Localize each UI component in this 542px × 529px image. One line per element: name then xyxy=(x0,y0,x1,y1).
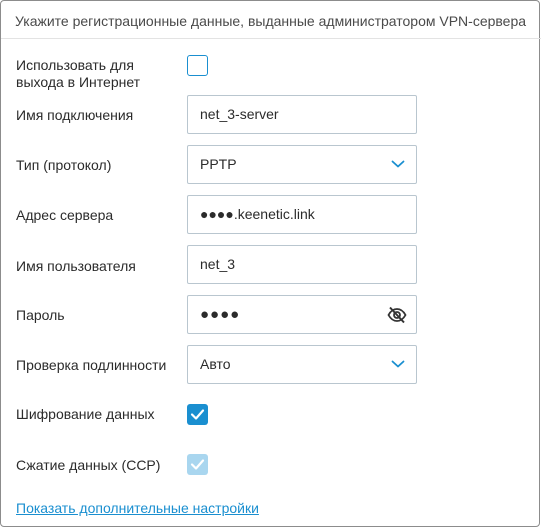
data-encryption-checkbox[interactable] xyxy=(187,404,208,425)
username-label: Имя пользователя xyxy=(16,258,136,274)
protocol-type-select[interactable]: PPTP xyxy=(187,145,417,184)
header-text: Укажите регистрационные данные, выданные… xyxy=(15,13,527,29)
server-address-input[interactable]: ●●●●.keenetic.link xyxy=(187,195,417,234)
authentication-select[interactable]: Авто xyxy=(187,345,417,384)
data-encryption-label: Шифрование данных xyxy=(16,406,155,422)
checkmark-icon xyxy=(190,459,205,470)
username-input[interactable]: net_3 xyxy=(187,245,417,284)
connection-name-value: net_3-server xyxy=(200,106,279,122)
data-compression-label: Сжатие данных (CCP) xyxy=(16,457,161,473)
show-advanced-settings-link[interactable]: Показать дополнительные настройки xyxy=(16,500,259,516)
password-input[interactable]: ●●●● xyxy=(187,295,417,334)
username-value: net_3 xyxy=(200,256,236,272)
checkmark-icon xyxy=(190,409,205,420)
authentication-label: Проверка подлинности xyxy=(16,357,167,373)
password-label: Пароль xyxy=(16,307,65,323)
server-address-value: ●●●●.keenetic.link xyxy=(200,206,315,222)
password-value: ●●●● xyxy=(200,306,241,323)
chevron-down-icon xyxy=(391,360,405,368)
use-for-internet-checkbox[interactable] xyxy=(187,55,208,76)
use-for-internet-label: Использовать для выхода в Интернет xyxy=(16,57,141,90)
eye-off-icon[interactable] xyxy=(387,306,407,324)
protocol-type-label: Тип (протокол) xyxy=(16,157,112,173)
protocol-type-value: PPTP xyxy=(200,156,237,172)
server-address-label: Адрес сервера xyxy=(16,207,114,223)
connection-name-input[interactable]: net_3-server xyxy=(187,95,417,134)
data-compression-checkbox[interactable] xyxy=(187,454,208,475)
authentication-value: Авто xyxy=(200,356,231,372)
chevron-down-icon xyxy=(391,160,405,168)
vpn-settings-panel: Укажите регистрационные данные, выданные… xyxy=(0,0,541,527)
connection-name-label: Имя подключения xyxy=(16,107,134,123)
panel-header: Укажите регистрационные данные, выданные… xyxy=(1,1,541,39)
